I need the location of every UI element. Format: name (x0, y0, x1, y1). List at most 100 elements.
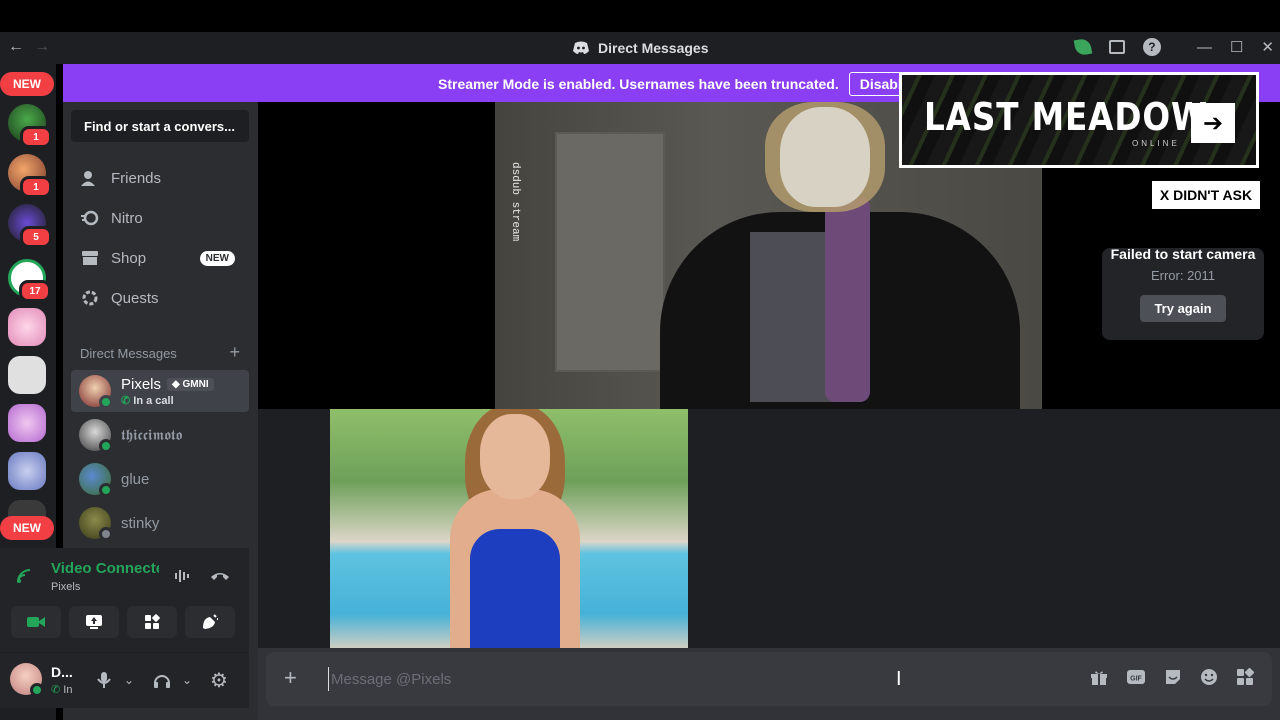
message-input[interactable] (328, 667, 1028, 691)
dm-name: stinky (121, 514, 160, 532)
dm-item[interactable]: stinky (71, 502, 249, 544)
dm-section-header: Direct Messages + (80, 343, 240, 361)
dm-item[interactable]: glue (71, 458, 249, 500)
server-icon[interactable]: 1 (8, 154, 52, 198)
dm-call-status: ✆ In a call (121, 394, 174, 407)
sticker-icon[interactable] (1164, 668, 1182, 691)
minimize-icon[interactable]: — (1197, 39, 1212, 56)
leaf-icon[interactable] (1073, 37, 1093, 57)
dm-item[interactable]: 𝖙𝖍𝖎𝖈𝖈𝖎𝖒𝖔𝖙𝖔 (71, 414, 249, 456)
nav-shop-label: Shop (111, 249, 147, 267)
status-online-indicator (99, 395, 113, 409)
help-icon[interactable]: ? (1142, 38, 1161, 56)
voice-channel-name: Pixels (51, 581, 81, 593)
back-arrow-icon[interactable]: ← (8, 38, 24, 56)
video-figure-face (780, 107, 870, 207)
server-icon[interactable] (8, 452, 46, 490)
create-dm-plus-icon[interactable]: + (229, 343, 240, 361)
status-online-indicator (99, 483, 113, 497)
new-unreads-pill-top[interactable]: NEW (0, 72, 54, 96)
overlay-title: LAST MEADOW (924, 95, 1208, 139)
quests-icon (81, 289, 99, 307)
status-online-indicator (30, 683, 44, 697)
nav-nitro[interactable]: Nitro (71, 199, 249, 237)
user-status: ✆ In (51, 684, 73, 696)
window-title-text: Direct Messages (598, 40, 709, 56)
close-icon[interactable]: ✕ (1261, 38, 1274, 56)
username[interactable]: D... (51, 664, 73, 680)
video-figure-scarf (825, 197, 870, 402)
nav-shop[interactable]: Shop NEW (71, 239, 249, 277)
nav-friends-label: Friends (111, 169, 162, 187)
video-figure-shirt (750, 232, 835, 402)
avatar (79, 419, 113, 453)
screen-share-icon (86, 615, 102, 629)
nav-quests[interactable]: Quests (71, 279, 249, 317)
arrow-right-icon[interactable]: ➔ (1191, 103, 1235, 143)
gift-icon[interactable] (1090, 668, 1108, 691)
window-title: Direct Messages (572, 40, 709, 56)
dm-name: Pixels (121, 375, 162, 393)
window-controls: ? — ☐ ✕ (1073, 37, 1274, 57)
audio-options-chevron-icon[interactable]: ⌄ (182, 673, 192, 687)
microphone-icon[interactable] (97, 671, 111, 694)
dm-item-pixels[interactable]: Pixels ◆ GMNI ✆ In a call (71, 370, 249, 412)
server-icon[interactable] (8, 404, 46, 442)
gif-icon[interactable]: GIF (1126, 668, 1146, 691)
apps-icon[interactable] (1236, 667, 1255, 691)
headphones-icon[interactable] (153, 671, 171, 694)
title-bar: ← → Direct Messages ? — ☐ ✕ (0, 32, 1280, 64)
camera-toggle-button[interactable] (11, 606, 61, 638)
camera-error-card: Failed to start camera Error: 2011 Try a… (1102, 246, 1264, 340)
server-icon[interactable] (8, 308, 46, 346)
nav-friends[interactable]: Friends (71, 159, 249, 197)
svg-text:GIF: GIF (1130, 676, 1142, 683)
avatar (79, 375, 113, 409)
server-icon[interactable] (8, 356, 46, 394)
soundboard-icon (203, 614, 218, 629)
maximize-icon[interactable]: ☐ (1230, 38, 1243, 56)
stream-watermark: dsdub stream (509, 162, 521, 242)
emoji-icon[interactable] (1200, 668, 1218, 691)
activities-icon (145, 614, 160, 629)
overlay-subtitle: ONLINE (1132, 139, 1180, 148)
find-conversation-search[interactable]: Find or start a convers... (71, 110, 249, 142)
text-cursor-icon: I (896, 668, 902, 690)
new-unreads-pill-bottom[interactable]: NEW (0, 516, 54, 540)
inbox-icon[interactable] (1108, 40, 1125, 54)
streamer-mode-text: Streamer Mode is enabled. Usernames have… (438, 76, 839, 92)
server-icon[interactable]: 1 (8, 104, 52, 148)
activities-button[interactable] (127, 606, 177, 638)
x-didnt-ask-overlay: X DIDN'T ASK (1152, 181, 1260, 209)
camera-error-title: Failed to start camera (1110, 246, 1256, 262)
server-icon[interactable]: 17 (8, 259, 51, 302)
message-composer: + GIF (266, 652, 1272, 706)
discord-logo-icon (573, 41, 589, 54)
guild-tag-badge: ◆ GMNI (167, 377, 214, 391)
shop-new-badge: NEW (199, 250, 235, 266)
nav-nitro-label: Nitro (111, 209, 143, 227)
soundboard-button[interactable] (185, 606, 235, 638)
server-icon[interactable]: 5 (8, 204, 52, 248)
mic-options-chevron-icon[interactable]: ⌄ (124, 673, 134, 687)
forward-arrow-icon[interactable]: → (34, 38, 50, 56)
noise-suppression-icon[interactable] (174, 568, 192, 589)
disconnect-icon[interactable] (210, 568, 230, 587)
screen-share-button[interactable] (69, 606, 119, 638)
status-offline-indicator (99, 527, 113, 541)
last-meadow-overlay[interactable]: LAST MEADOW ONLINE ➔ (899, 72, 1259, 168)
video-person (425, 409, 605, 650)
friends-icon (81, 169, 99, 187)
composer-actions: GIF (1090, 667, 1255, 691)
camera-error-code: Error: 2011 (1150, 268, 1216, 283)
gear-icon[interactable]: ⚙ (210, 668, 228, 693)
signal-icon[interactable] (16, 568, 34, 589)
add-attachment-plus-icon[interactable]: + (284, 667, 297, 689)
video-tile-pixels[interactable] (330, 409, 688, 650)
history-nav: ← → (8, 38, 50, 56)
dm-name: 𝖙𝖍𝖎𝖈𝖈𝖎𝖒𝖔𝖙𝖔 (121, 426, 183, 444)
user-avatar[interactable] (10, 663, 44, 697)
try-again-button[interactable]: Try again (1140, 295, 1226, 322)
voice-status-title[interactable]: Video Connecte (51, 560, 159, 577)
server-badge: 1 (20, 126, 52, 148)
